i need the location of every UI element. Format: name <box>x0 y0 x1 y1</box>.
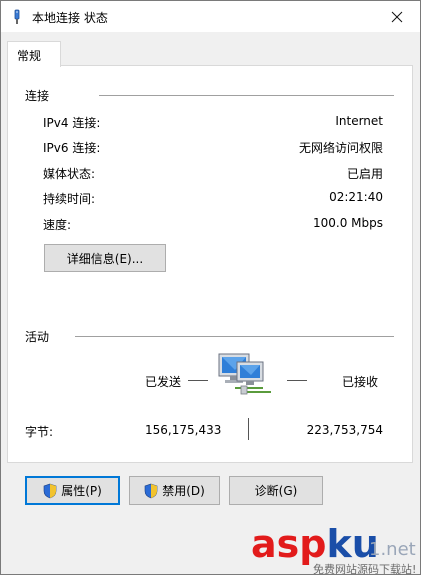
diagnose-button[interactable]: 诊断(G) <box>229 476 323 505</box>
duration-value: 02:21:40 <box>329 190 383 204</box>
watermark-brand: aspku <box>251 522 379 566</box>
network-adapter-icon <box>14 9 20 24</box>
tab-panel-general: 连接 IPv4 连接: Internet IPv6 连接: 无网络访问权限 媒体… <box>7 65 413 463</box>
sent-dash <box>188 380 208 381</box>
close-button[interactable] <box>374 1 420 32</box>
title-bar[interactable]: 本地连接 状态 <box>1 1 420 32</box>
window-title: 本地连接 状态 <box>32 11 108 25</box>
close-icon <box>391 11 403 22</box>
bytes-divider <box>248 418 249 440</box>
watermark-tagline: 免费网站源码下载站! <box>313 562 416 575</box>
properties-button-label: 属性(P) <box>61 484 102 498</box>
ipv6-value: 无网络访问权限 <box>298 141 383 155</box>
ipv4-label: IPv4 连接: <box>43 116 101 130</box>
sent-label: 已发送 <box>145 375 182 389</box>
details-button-label: 详细信息(E)... <box>66 251 144 266</box>
site-watermark: aspku 1.net 免费网站源码下载站! <box>249 519 420 575</box>
uac-shield-icon <box>144 483 158 498</box>
bytes-label: 字节: <box>25 425 54 439</box>
details-button[interactable]: 详细信息(E)... <box>44 244 166 272</box>
tab-general-label: 常规 <box>17 49 42 63</box>
speed-value: 100.0 Mbps <box>312 216 383 230</box>
diagnose-button-label: 诊断(G) <box>254 484 298 498</box>
speed-label: 速度: <box>43 218 72 232</box>
bytes-sent-value: 156,175,433 <box>145 423 222 437</box>
disable-button-label: 禁用(D) <box>162 484 205 498</box>
received-label: 已接收 <box>342 375 379 389</box>
ipv4-value: Internet <box>335 114 383 128</box>
tab-general[interactable]: 常规 <box>7 41 61 67</box>
uac-shield-icon <box>43 483 57 498</box>
media-state-value: 已启用 <box>346 167 383 181</box>
duration-label: 持续时间: <box>43 192 96 206</box>
activity-group-title: 活动 <box>25 330 50 344</box>
properties-button[interactable]: 属性(P) <box>25 476 120 505</box>
activity-group-line <box>75 336 394 337</box>
watermark-logo: aspku 1.net 免费网站源码下载站! <box>251 522 416 575</box>
network-computers-icon <box>218 353 271 395</box>
status-window: 本地连接 状态 常规 连接 IPv4 连接: Internet IPv6 连接:… <box>0 0 421 575</box>
received-dash <box>287 380 307 381</box>
disable-button[interactable]: 禁用(D) <box>129 476 220 505</box>
watermark-suffix: 1.net <box>369 539 416 560</box>
media-state-label: 媒体状态: <box>43 167 96 181</box>
connection-group-line <box>99 95 394 96</box>
connection-group-title: 连接 <box>25 89 50 103</box>
bytes-received-value: 223,753,754 <box>306 423 383 437</box>
ipv6-label: IPv6 连接: <box>43 141 101 155</box>
